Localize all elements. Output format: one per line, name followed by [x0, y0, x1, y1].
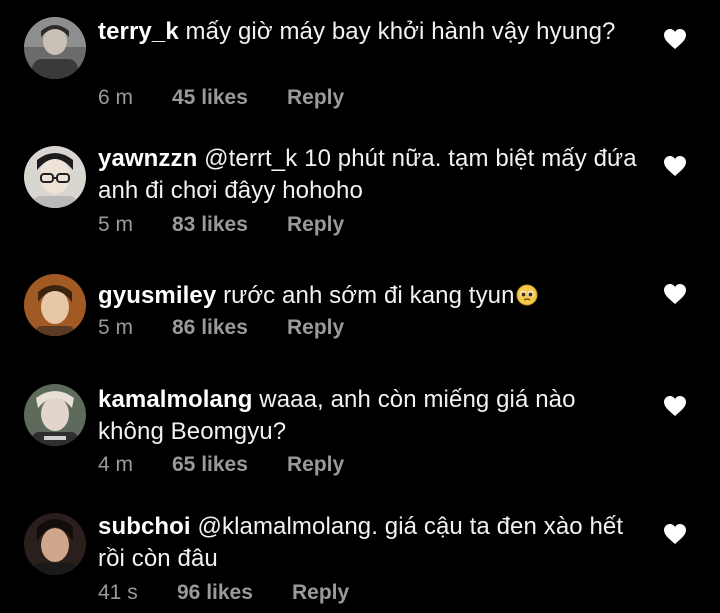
heart-icon[interactable] [663, 523, 687, 545]
avatar[interactable] [24, 146, 86, 208]
avatar[interactable] [24, 513, 86, 575]
avatar[interactable] [24, 17, 86, 79]
comment-username[interactable]: gyusmiley [98, 282, 216, 309]
comment-username[interactable]: terry_k [98, 18, 179, 45]
comment-likes[interactable]: 86 likes [172, 314, 248, 342]
comment-text: gyusmiley rước anh sớm đi kang tyun [98, 280, 638, 312]
heart-icon[interactable] [663, 28, 687, 50]
reply-button[interactable]: Reply [287, 84, 344, 112]
comment-time: 6 m [98, 86, 134, 109]
comment-text: subchoi @klamalmolang. giá cậu ta đen xà… [98, 511, 638, 575]
comment-likes[interactable]: 96 likes [177, 579, 253, 607]
comment-time: 4 m [98, 453, 134, 476]
reply-button[interactable]: Reply [287, 451, 344, 479]
comment-username[interactable]: subchoi [98, 513, 191, 540]
comment-body: rước anh sớm đi kang tyun [223, 282, 515, 309]
comment-time: 41 s [98, 581, 138, 604]
comment-text: yawnzzn @terrt_k 10 phút nữa. tạm biệt m… [98, 143, 638, 207]
comment-username[interactable]: yawnzzn [98, 145, 197, 172]
pleading-face-emoji [516, 284, 538, 306]
comment-likes[interactable]: 45 likes [172, 84, 248, 112]
comment-body: mấy giờ máy bay khởi hành vậy hyung? [185, 18, 616, 45]
heart-icon[interactable] [663, 283, 687, 305]
avatar-photo-icon [24, 17, 86, 79]
avatar-photo-icon [24, 274, 86, 336]
reply-button[interactable]: Reply [287, 314, 344, 342]
avatar-photo-icon [24, 513, 86, 575]
comment-time: 5 m [98, 316, 134, 339]
comment-text: kamalmolang waaa, anh còn miếng giá nào … [98, 384, 638, 448]
avatar[interactable] [24, 274, 86, 336]
comment-text: terry_k mấy giờ máy bay khởi hành vậy hy… [98, 16, 638, 48]
comment-time: 5 m [98, 213, 134, 236]
comment-likes[interactable]: 65 likes [172, 451, 248, 479]
avatar-photo-icon [24, 384, 86, 446]
heart-icon[interactable] [663, 155, 687, 177]
comment-likes[interactable]: 83 likes [172, 211, 248, 239]
reply-button[interactable]: Reply [287, 211, 344, 239]
avatar-photo-icon [24, 146, 86, 208]
reply-button[interactable]: Reply [292, 579, 349, 607]
avatar[interactable] [24, 384, 86, 446]
heart-icon[interactable] [663, 395, 687, 417]
comment-username[interactable]: kamalmolang [98, 386, 253, 413]
